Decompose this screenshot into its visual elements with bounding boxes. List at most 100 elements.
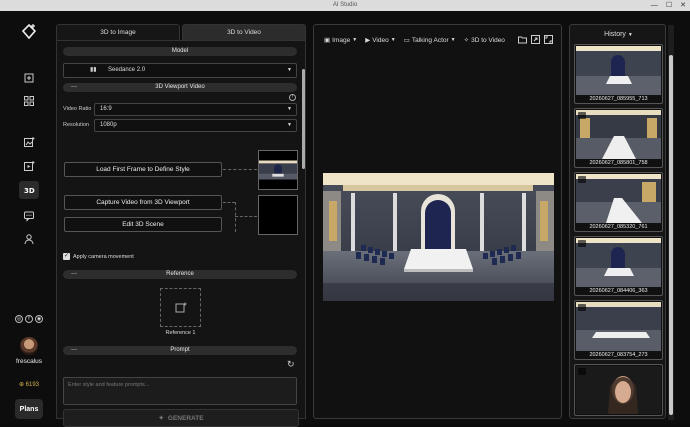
history-panel: History ▼ 20260627_085955_713 20260627_0… bbox=[569, 24, 674, 420]
viewport-section-header: — 3D Viewport Video bbox=[63, 83, 297, 92]
history-dropdown[interactable]: History ▼ bbox=[570, 31, 667, 38]
image-generate-icon[interactable] bbox=[19, 133, 39, 151]
center-toolbar: ▣ Image ▼ ▶ Video ▼ ▭ Talking Actor ▼ ✧ 3D to V… bbox=[324, 35, 505, 45]
chevron-down-icon: ▼ bbox=[287, 106, 292, 112]
video-badge-icon bbox=[578, 112, 586, 119]
plans-button[interactable]: Plans bbox=[15, 399, 43, 419]
chat-icon: ▭ bbox=[403, 37, 410, 44]
talking-actor-label: Talking Actor bbox=[411, 36, 449, 44]
3d-to-video-menu[interactable]: ✧ 3D to Video bbox=[463, 36, 505, 45]
import-icon[interactable] bbox=[19, 69, 39, 87]
image-menu[interactable]: ▣ Image ▼ bbox=[324, 36, 357, 45]
reference-section-header: — Reference bbox=[63, 270, 297, 279]
3d-to-video-icon[interactable]: 3D bbox=[19, 181, 39, 199]
resolution-label: Resolution bbox=[63, 122, 89, 128]
social-link-icon-3[interactable]: ◉ bbox=[35, 315, 43, 323]
3d-icon: ✧ bbox=[463, 37, 470, 44]
generate-button[interactable]: ✦ GENERATE bbox=[63, 409, 299, 427]
capture-video-button[interactable]: Capture Video from 3D Viewport bbox=[64, 195, 222, 210]
model-select[interactable]: ▮▮ Seedance 2.0 ▼ bbox=[63, 63, 297, 78]
history-thumbnail bbox=[576, 174, 661, 223]
prompt-section-header: — Prompt bbox=[63, 346, 297, 355]
grid-icon[interactable] bbox=[19, 92, 39, 110]
video-ratio-select[interactable]: 16:9 ▼ bbox=[94, 103, 297, 116]
credits-value: 6193 bbox=[25, 382, 40, 388]
refresh-icon[interactable]: ↻ bbox=[287, 359, 295, 370]
apply-camera-checkbox[interactable]: ✓ bbox=[63, 253, 70, 260]
3d-to-video-label: 3D to Video bbox=[471, 36, 505, 44]
load-first-frame-button[interactable]: Load First Frame to Define Style bbox=[64, 162, 222, 177]
avatar[interactable] bbox=[20, 337, 38, 355]
video-ratio-label: Video Ratio bbox=[63, 106, 92, 112]
user-icon[interactable] bbox=[19, 230, 39, 248]
folder-icon[interactable] bbox=[518, 35, 527, 44]
history-item[interactable]: 20260627_085955_713 bbox=[574, 44, 663, 104]
user-name: frescalus bbox=[15, 358, 42, 365]
app-logo-icon[interactable] bbox=[20, 23, 38, 41]
model-section-header: Model bbox=[63, 47, 297, 56]
social-links: ◎ f ◉ bbox=[10, 315, 48, 323]
collapse-icon[interactable]: — bbox=[71, 83, 77, 92]
reference-upload-slot[interactable] bbox=[160, 288, 201, 327]
coin-icon: ⊕ bbox=[18, 382, 26, 388]
history-thumbnail bbox=[576, 238, 661, 287]
history-thumbnail bbox=[576, 366, 661, 414]
credits-count: ⊕ 6193 bbox=[8, 381, 50, 388]
viewport-capture-slot[interactable] bbox=[258, 195, 298, 235]
window-title: AI Studio bbox=[332, 2, 358, 8]
social-link-icon-2[interactable]: f bbox=[25, 315, 33, 323]
viewport-header-label: 3D Viewport Video bbox=[155, 84, 205, 90]
collapse-icon[interactable]: — bbox=[71, 270, 77, 279]
export-icon[interactable] bbox=[531, 35, 540, 44]
history-scrollbar[interactable] bbox=[668, 25, 674, 420]
social-link-icon-1[interactable]: ◎ bbox=[15, 315, 23, 323]
sparkle-icon: ✦ bbox=[158, 415, 164, 422]
video-badge-icon bbox=[578, 240, 586, 247]
edit-3d-scene-button[interactable]: Edit 3D Scene bbox=[64, 217, 222, 232]
minimize-icon[interactable]: — bbox=[651, 0, 658, 11]
chevron-down-icon: ▼ bbox=[390, 37, 396, 43]
video-badge-icon bbox=[578, 176, 586, 183]
user-badge-icon bbox=[578, 368, 586, 375]
resolution-select[interactable]: 1080p ▼ bbox=[94, 119, 297, 132]
history-scrollbar-thumb[interactable] bbox=[669, 55, 673, 415]
first-frame-thumbnail[interactable] bbox=[258, 150, 298, 190]
history-item[interactable] bbox=[574, 364, 663, 416]
history-title: History bbox=[604, 31, 626, 38]
panel-scrollbar[interactable] bbox=[302, 69, 305, 169]
mode-tabs: 3D to Image 3D to Video bbox=[56, 24, 306, 40]
model-header-label: Model bbox=[171, 48, 189, 54]
reference-header-label: Reference bbox=[166, 271, 194, 277]
close-icon[interactable]: ✕ bbox=[680, 0, 686, 11]
app-root: 3D ◎ f ◉ frescalus ⊕ 6193 Plans 3D to Im… bbox=[0, 11, 690, 427]
add-image-icon bbox=[175, 302, 187, 313]
connector-line bbox=[223, 169, 257, 170]
chat-icon[interactable] bbox=[19, 207, 39, 225]
history-caption: 20260627_085320_761 bbox=[589, 224, 648, 230]
tab-3d-to-image[interactable]: 3D to Image bbox=[56, 24, 180, 40]
info-icon[interactable]: ! bbox=[289, 94, 296, 101]
history-item[interactable]: 20260627_085320_761 bbox=[574, 172, 663, 232]
window-titlebar: AI Studio — ☐ ✕ bbox=[0, 0, 690, 11]
history-caption: 20260627_084406_363 bbox=[589, 288, 648, 294]
history-item[interactable]: 20260627_085801_758 bbox=[574, 108, 663, 168]
collapse-icon[interactable]: — bbox=[71, 346, 77, 355]
video-generate-icon[interactable] bbox=[19, 157, 39, 175]
maximize-icon[interactable]: ☐ bbox=[666, 0, 672, 11]
model-value: Seedance 2.0 bbox=[108, 67, 146, 73]
video-badge-icon bbox=[578, 304, 586, 311]
history-item[interactable]: 20260627_083754_273 bbox=[574, 300, 663, 360]
history-item[interactable]: 20260627_084406_363 bbox=[574, 236, 663, 296]
expand-icon[interactable] bbox=[544, 35, 553, 44]
connector-line bbox=[235, 202, 236, 232]
chevron-down-icon: ▼ bbox=[450, 37, 456, 43]
chevron-down-icon: ▼ bbox=[627, 32, 633, 38]
prompt-input[interactable]: Enter style and feature prompts... bbox=[63, 377, 297, 405]
video-menu[interactable]: ▶ Video ▼ bbox=[365, 36, 396, 45]
preview-area: ▣ Image ▼ ▶ Video ▼ ▭ Talking Actor ▼ ✧ 3D to V… bbox=[313, 24, 562, 419]
chevron-down-icon: ▼ bbox=[287, 122, 292, 128]
talking-actor-menu[interactable]: ▭ Talking Actor ▼ bbox=[403, 36, 456, 45]
tab-3d-to-video[interactable]: 3D to Video bbox=[182, 24, 306, 40]
history-caption: 20260627_085801_758 bbox=[589, 160, 648, 166]
history-caption: 20260627_085955_713 bbox=[589, 96, 648, 102]
